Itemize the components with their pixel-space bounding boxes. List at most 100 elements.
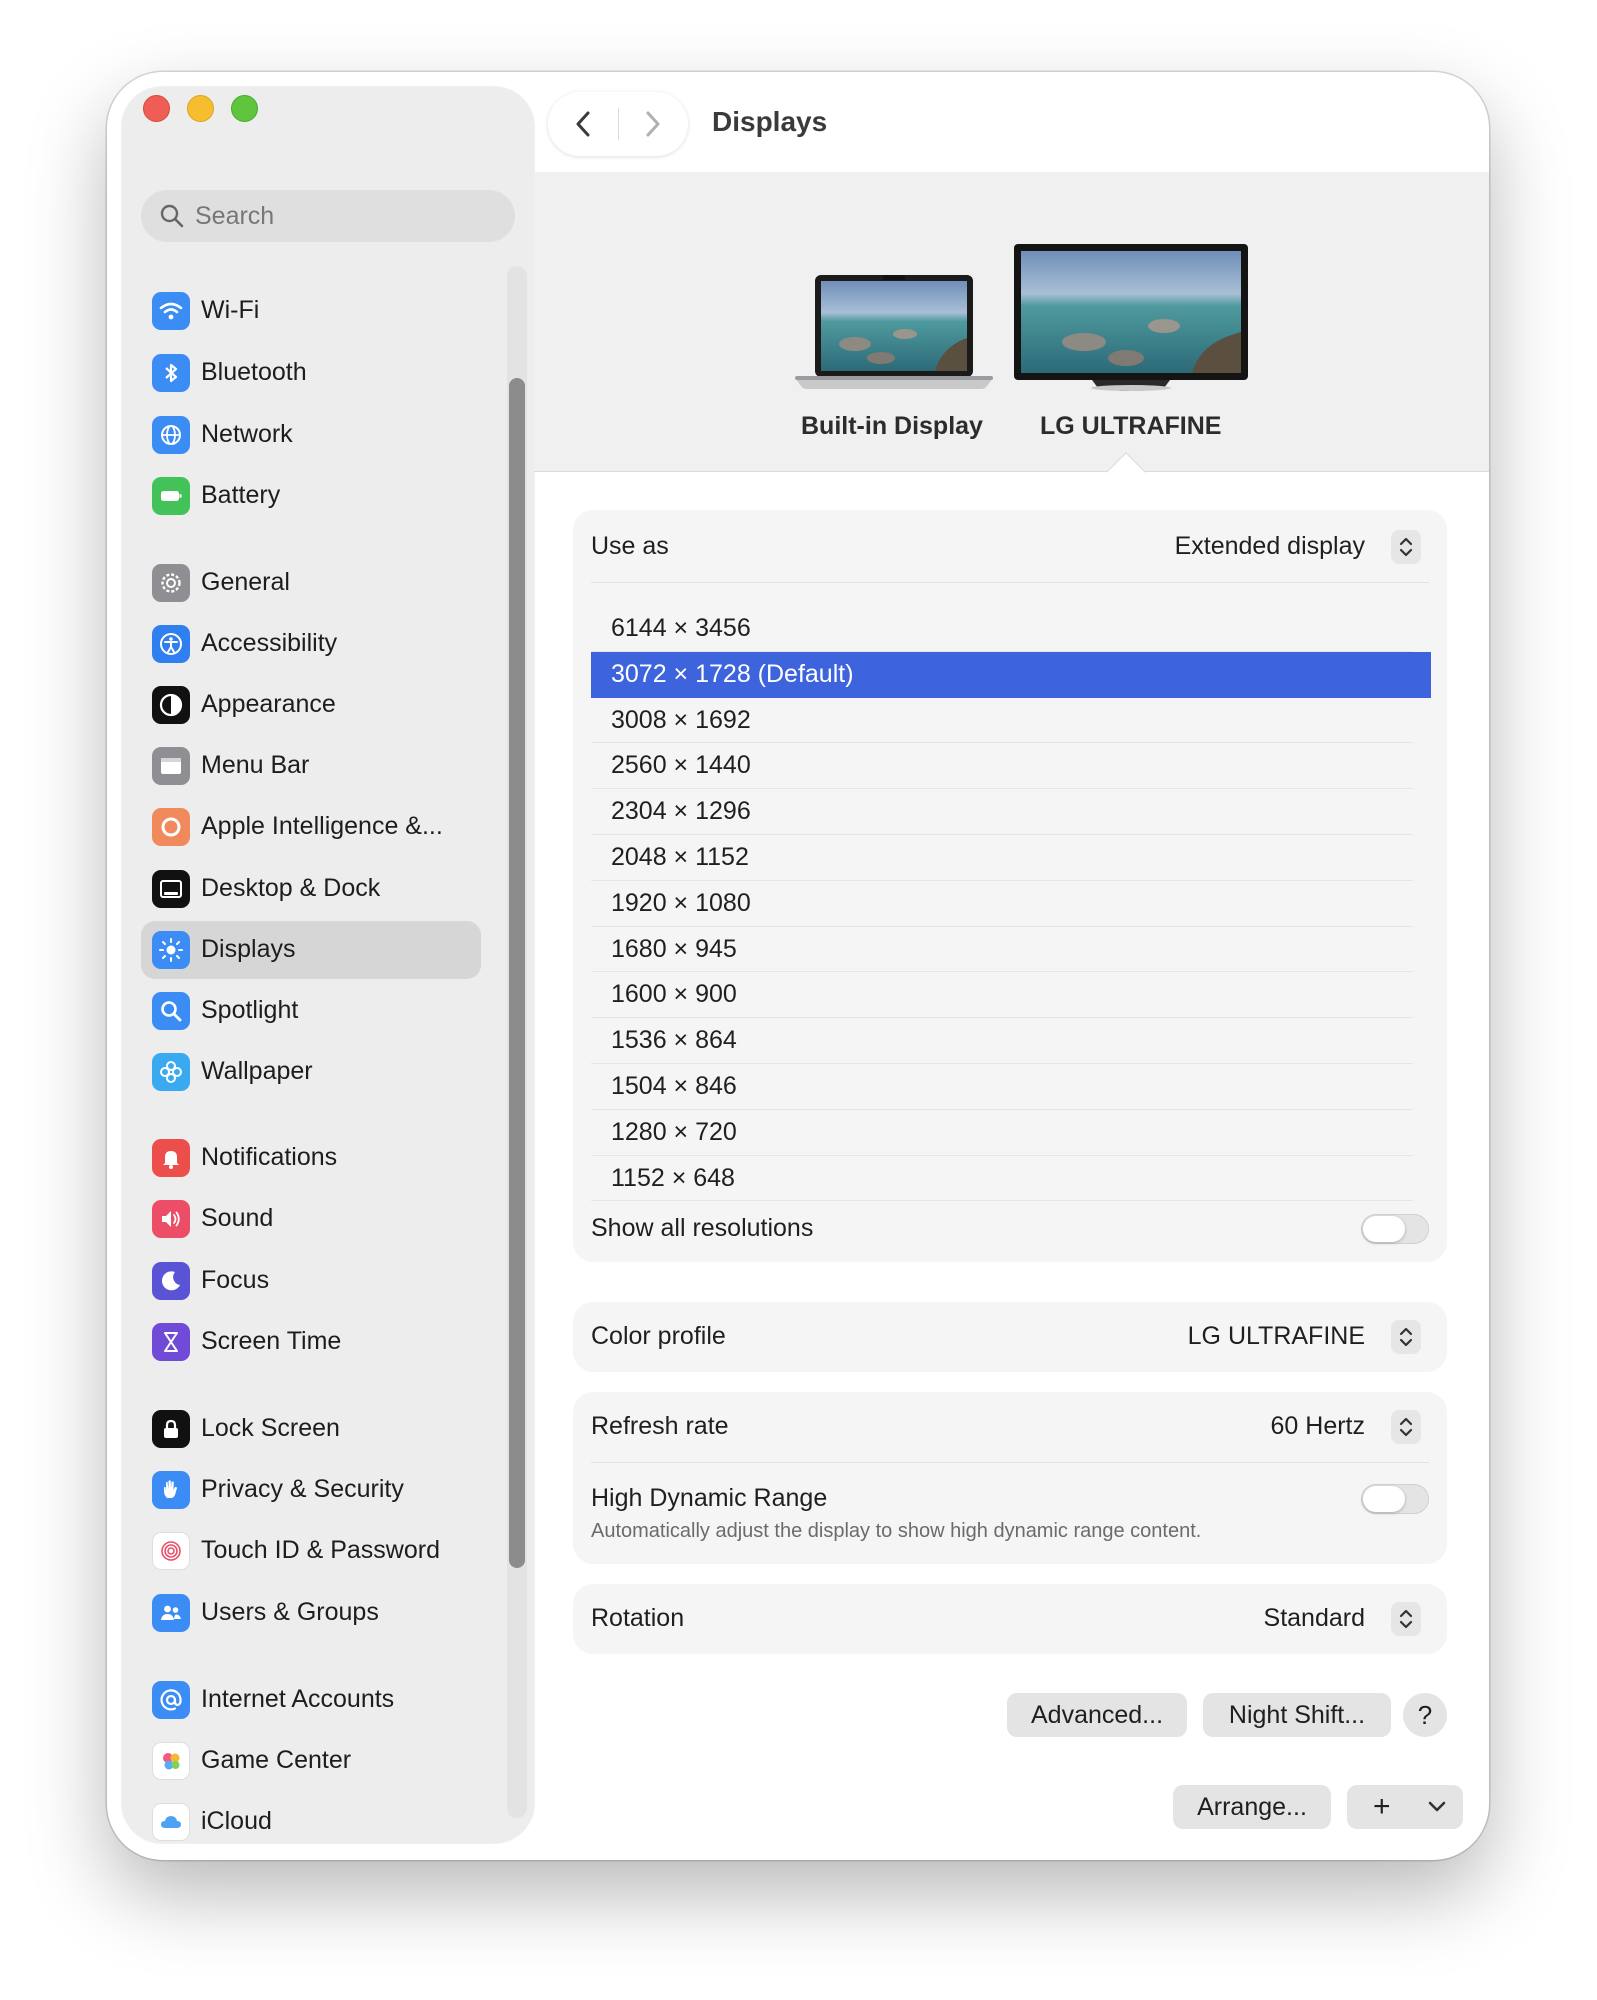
sidebar-item-spotlight[interactable]: Spotlight [141,982,481,1040]
sidebar-item-internet-accounts[interactable]: Internet Accounts [141,1671,481,1729]
sidebar-item-network[interactable]: Network [141,406,481,464]
forward-button[interactable] [618,92,688,156]
resolution-option[interactable]: 1504 × 846 [591,1064,1413,1110]
search-input[interactable] [195,200,495,232]
sidebar-item-label: Accessibility [201,629,338,657]
sidebar-item-displays[interactable]: Displays [141,921,481,979]
appearance-icon [152,686,190,724]
arrange-button[interactable]: Arrange... [1173,1785,1331,1829]
sidebar-item-accessibility[interactable]: Accessibility [141,615,481,673]
chevron-right-icon [646,111,660,137]
sidebar-item-menu-bar[interactable]: Menu Bar [141,737,481,795]
color-profile-label: Color profile [591,1322,726,1350]
sidebar-item-wi-fi[interactable]: Wi-Fi [141,282,481,340]
sidebar-item-touch-id-password[interactable]: Touch ID & Password [141,1522,481,1580]
add-display-menu[interactable]: + [1347,1785,1463,1829]
resolution-option[interactable]: 3072 × 1728 (Default) [591,651,1431,698]
chevron-up-down-icon [1399,1417,1413,1437]
hdr-toggle[interactable] [1361,1484,1429,1514]
sidebar-item-bluetooth[interactable]: Bluetooth [141,344,481,402]
sidebar-item-label: Battery [201,481,281,509]
sidebar-item-appearance[interactable]: Appearance [141,676,481,734]
built-in-display-label[interactable]: Built-in Display [801,412,983,441]
sidebar-scrollbar-thumb[interactable] [509,378,525,1568]
sidebar-item-users-groups[interactable]: Users & Groups [141,1584,481,1642]
sidebar-item-lock-screen[interactable]: Lock Screen [141,1400,481,1458]
refresh-rate-popup-button[interactable] [1391,1410,1421,1444]
sidebar-item-screen-time[interactable]: Screen Time [141,1313,481,1371]
refresh-rate-value[interactable]: 60 Hertz [1271,1412,1365,1441]
sidebar-item-label: Spotlight [201,996,299,1024]
lg-ultrafine-thumbnail[interactable] [1014,244,1248,397]
sidebar-item-wallpaper[interactable]: Wallpaper [141,1043,481,1101]
resolution-option[interactable]: 1536 × 864 [591,1018,1413,1064]
show-all-resolutions-label: Show all resolutions [591,1214,814,1242]
chevron-up-down-icon [1399,537,1413,557]
cloud-icon [152,1803,190,1841]
use-as-label: Use as [591,532,669,560]
sidebar-item-label: Network [201,420,293,448]
resolution-option[interactable]: 1600 × 900 [591,972,1413,1019]
resolution-list[interactable]: 6144 × 3456 3072 × 1728 (Default) 3008 × 1… [591,606,1431,1202]
rotation-popup-button[interactable] [1391,1602,1421,1636]
night-shift-button[interactable]: Night Shift... [1203,1693,1391,1737]
sidebar-item-privacy-security[interactable]: Privacy & Security [141,1461,481,1519]
use-as-value[interactable]: Extended display [1175,532,1365,561]
bell-icon [152,1139,190,1177]
sidebar-item-general[interactable]: General [141,554,481,612]
hdr-label: High Dynamic Range [591,1484,828,1512]
chevron-left-icon [576,111,590,137]
rotation-label: Rotation [591,1604,685,1632]
sidebar-item-desktop-dock[interactable]: Desktop & Dock [141,860,481,918]
game-center-icon [152,1742,190,1780]
sidebar-item-label: Menu Bar [201,751,310,779]
sidebar-item-sound[interactable]: Sound [141,1190,481,1248]
rotation-card: Rotation Standard [573,1584,1447,1654]
resolution-option[interactable]: 2048 × 1152 [591,835,1413,881]
resolution-option[interactable]: 6144 × 3456 [591,606,1413,652]
close-window-button[interactable] [143,95,170,122]
dock-icon [152,870,190,908]
help-button[interactable]: ? [1403,1693,1447,1737]
hourglass-icon [152,1323,190,1361]
sidebar-item-notifications[interactable]: Notifications [141,1129,481,1187]
users-icon [152,1594,190,1632]
add-display-button[interactable]: + [1373,1790,1391,1824]
back-button[interactable] [548,92,618,156]
sidebar-item-label: General [201,568,290,596]
search-field[interactable] [141,190,515,242]
advanced-button[interactable]: Advanced... [1007,1693,1187,1737]
resolution-option[interactable]: 1280 × 720 [591,1110,1413,1156]
sidebar-item-label: Notifications [201,1143,338,1171]
resolution-option[interactable]: 1680 × 945 [591,927,1413,973]
magnifier-icon [152,992,190,1030]
zoom-window-button[interactable] [231,95,258,122]
fingerprint-icon [152,1532,190,1570]
lg-ultrafine-label[interactable]: LG ULTRAFINE [1040,412,1221,441]
sidebar-item-label: Displays [201,935,296,963]
sidebar-item-focus[interactable]: Focus [141,1252,481,1310]
use-as-popup-button[interactable] [1391,530,1421,564]
apple-intelligence-icon [152,808,190,846]
color-profile-value[interactable]: LG ULTRAFINE [1188,1322,1365,1351]
sidebar-item-apple-intelligence[interactable]: Apple Intelligence &... [141,798,481,856]
rotation-value[interactable]: Standard [1264,1604,1365,1633]
resolution-option[interactable]: 2304 × 1296 [591,789,1413,835]
use-as-card: Use as Extended display 6144 × 3456 3072 … [573,510,1447,1262]
minimize-window-button[interactable] [187,95,214,122]
sidebar-item-icloud[interactable]: iCloud [141,1793,481,1851]
resolution-option[interactable]: 3008 × 1692 [591,698,1413,744]
chevron-up-down-icon [1399,1609,1413,1629]
chevron-down-icon[interactable] [1427,1800,1447,1814]
sidebar-item-game-center[interactable]: Game Center [141,1732,481,1790]
resolution-option[interactable]: 2560 × 1440 [591,743,1413,790]
sun-icon [152,931,190,969]
color-profile-popup-button[interactable] [1391,1320,1421,1354]
show-all-resolutions-toggle[interactable] [1361,1214,1429,1244]
resolution-option[interactable]: 1920 × 1080 [591,881,1413,927]
menu-bar-icon [152,747,190,785]
built-in-display-thumbnail[interactable] [795,272,993,397]
bluetooth-icon [152,354,190,392]
resolution-option[interactable]: 1152 × 648 [591,1156,1413,1202]
sidebar-item-battery[interactable]: Battery [141,467,481,525]
